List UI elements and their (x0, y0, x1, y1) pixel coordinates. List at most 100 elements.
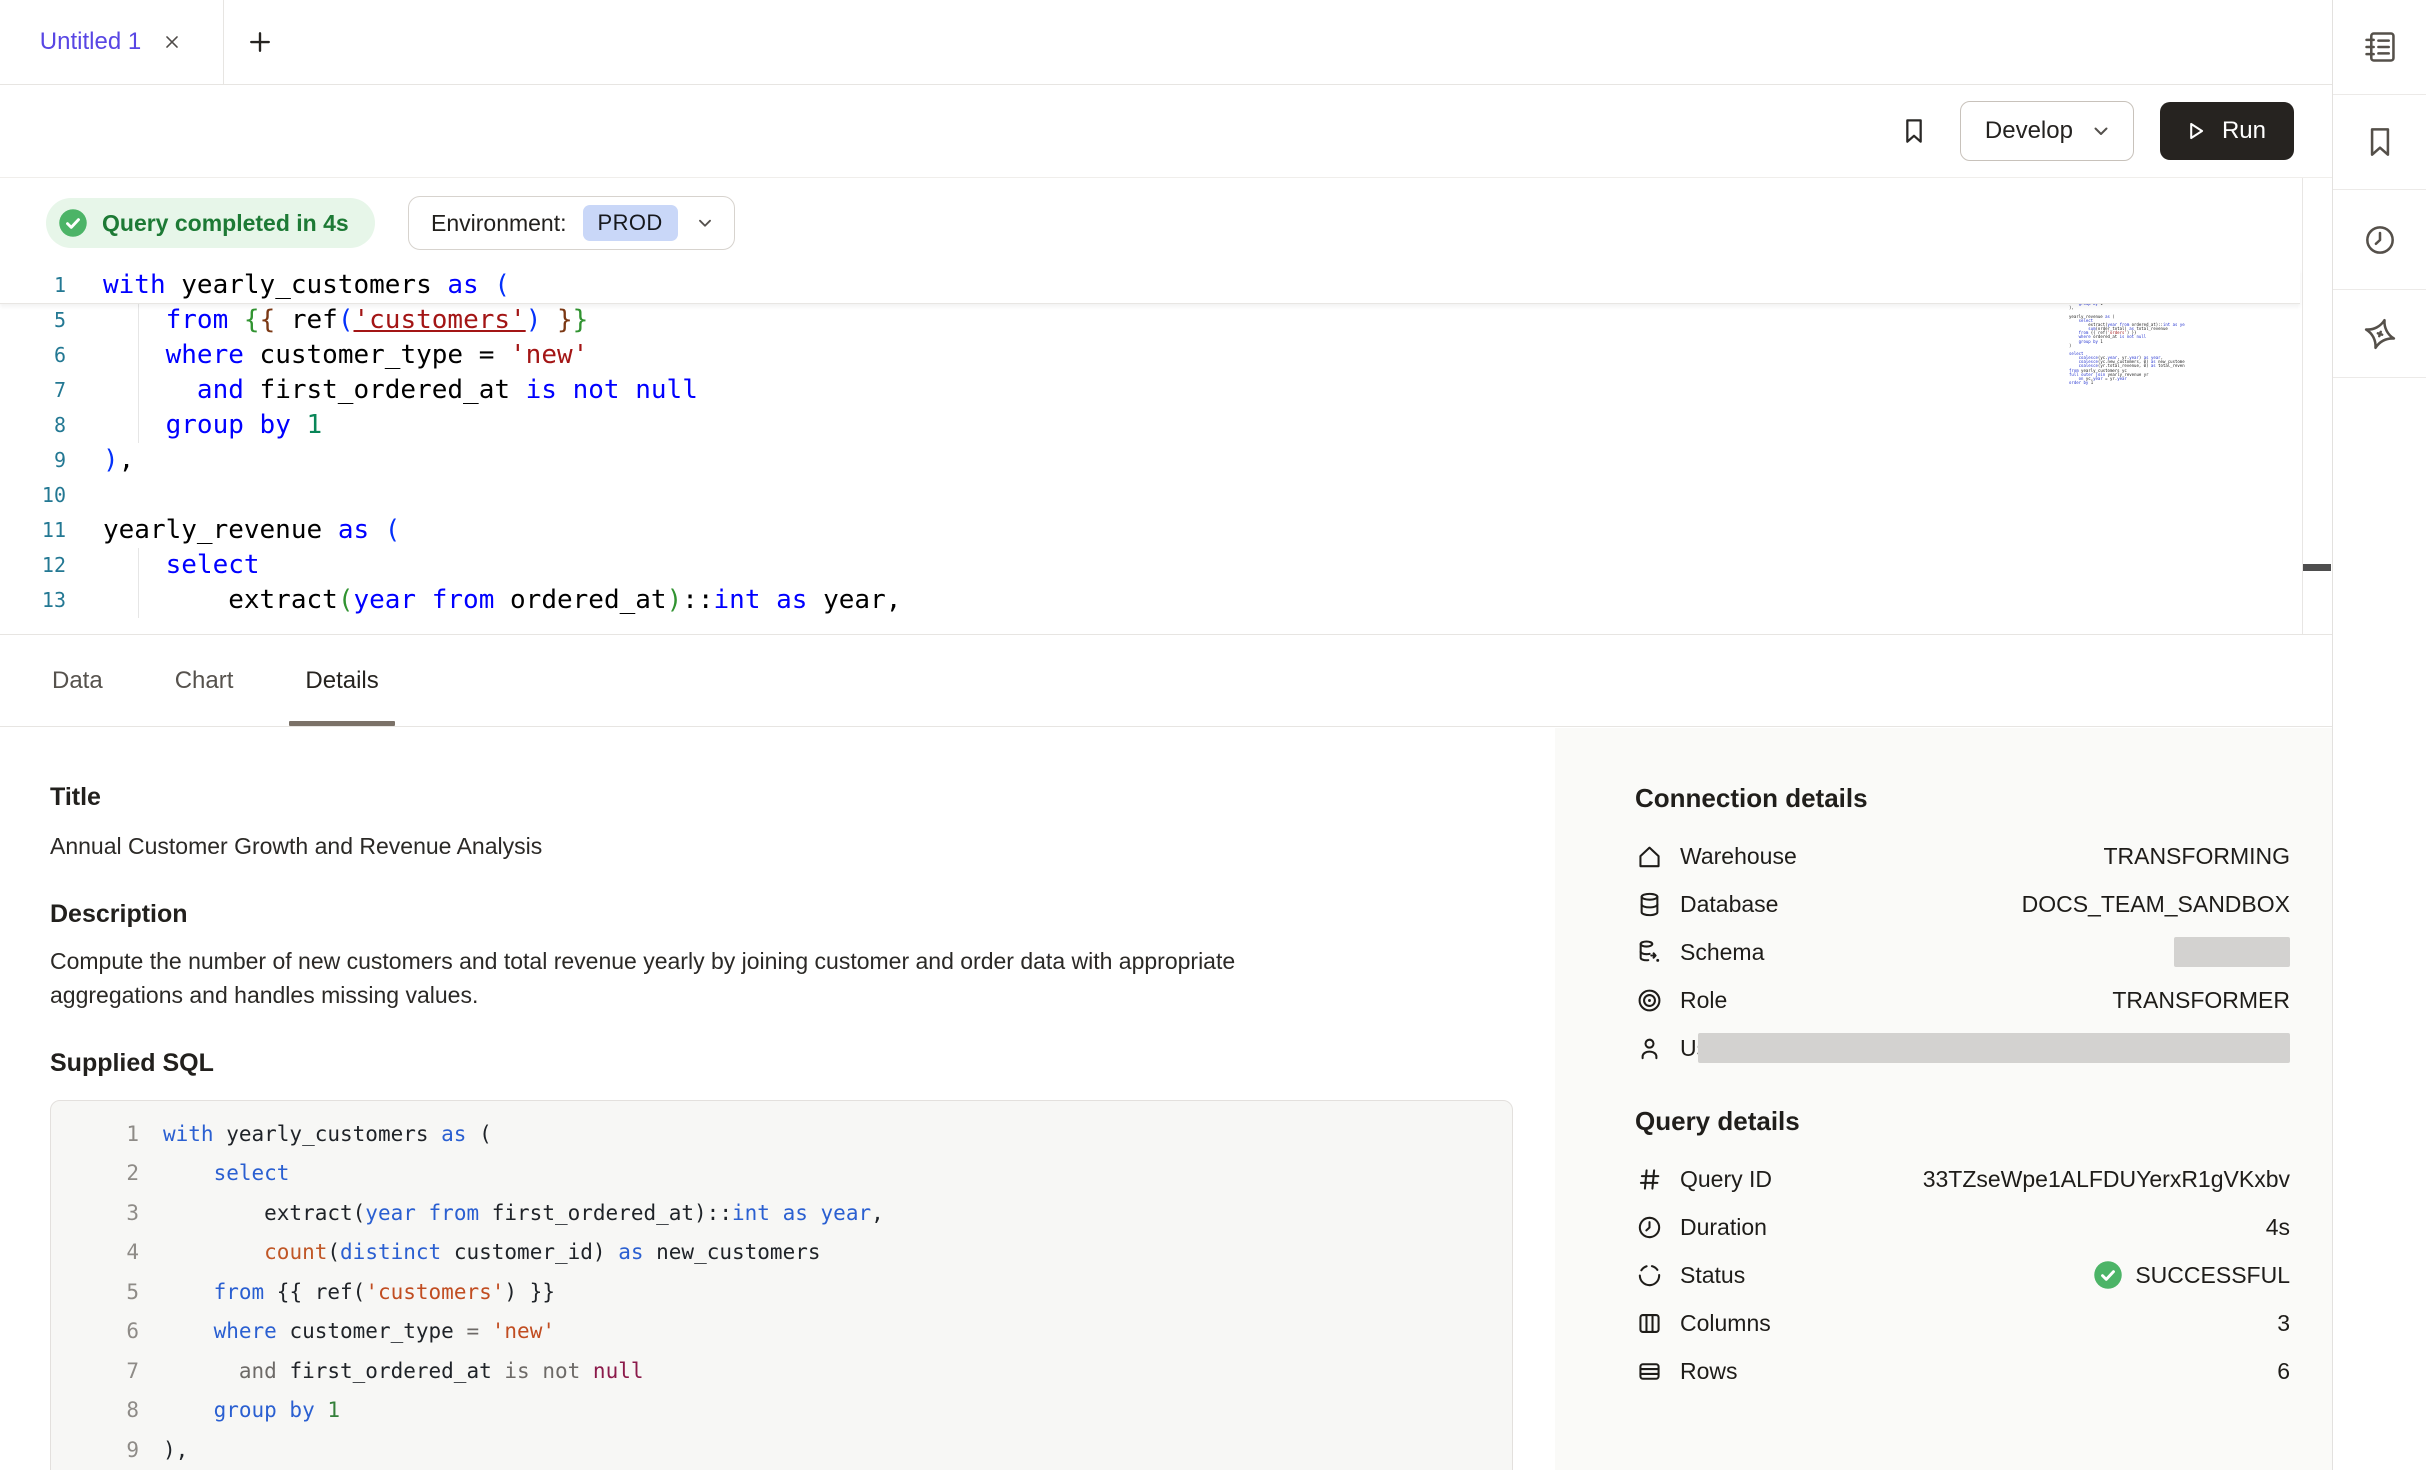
detail-label: Warehouse (1680, 843, 1797, 870)
line-number: 8 (0, 408, 66, 443)
develop-label: Develop (1985, 117, 2073, 145)
line-number: 2 (51, 1161, 163, 1185)
line-number: 4 (51, 1240, 163, 1264)
check-circle-icon (2093, 1260, 2123, 1290)
sql-line-3: 3 extract(year from first_ordered_at)::i… (51, 1193, 1512, 1233)
environment-selector[interactable]: Environment: PROD (408, 196, 735, 250)
new-tab-button[interactable] (240, 22, 280, 62)
line-number: 13 (0, 583, 66, 618)
rail-button-history[interactable] (2333, 190, 2426, 290)
sql-line-5: 5 from {{ ref('customers') }} (51, 1272, 1512, 1312)
environment-label: Environment: (431, 210, 567, 237)
check-circle-icon (58, 208, 88, 238)
chevron-down-icon (694, 212, 716, 234)
line-number: 7 (51, 1359, 163, 1383)
detail-value: DOCS_TEAM_SANDBOX (2022, 891, 2290, 918)
tab-chart[interactable]: Chart (159, 635, 250, 726)
detail-label: Database (1680, 891, 1778, 918)
editor-line-13: 13 extract(year from ordered_at)::int as… (0, 583, 2300, 618)
sql-line-9: 9), (51, 1430, 1512, 1470)
database-icon (1635, 890, 1664, 919)
detail-label: Schema (1680, 939, 1764, 966)
line-number: 7 (0, 373, 66, 408)
sql-line-1: 1with yearly_customers as ( (51, 1114, 1512, 1154)
tab-details[interactable]: Details (289, 635, 394, 726)
sql-line-4: 4 count(distinct customer_id) as new_cus… (51, 1233, 1512, 1273)
detail-label: Rows (1680, 1358, 1738, 1385)
editor-line-1: 1with yearly_customers as ( (0, 268, 2300, 304)
plus-icon (245, 27, 275, 57)
redacted-value (2174, 937, 2290, 967)
play-icon (2182, 118, 2208, 144)
line-number: 1 (51, 1122, 163, 1146)
editor-scrollbar-handle[interactable] (2303, 564, 2331, 571)
detail-label: Columns (1680, 1310, 1771, 1337)
details-right-column: Connection details Warehouse TRANSFORMING… (1555, 728, 2332, 1470)
line-number: 5 (51, 1280, 163, 1304)
line-number: 3 (51, 1201, 163, 1225)
rail-button-bookmark[interactable] (2333, 95, 2426, 190)
line-number: 8 (51, 1398, 163, 1422)
close-icon[interactable] (161, 31, 183, 53)
line-number: 12 (0, 548, 66, 583)
tab-bar: Untitled 1 (0, 0, 2332, 85)
description-value: Compute the number of new customers and … (50, 944, 1515, 1012)
active-tab-underline (289, 721, 394, 726)
sql-line-6: 6 where customer_type = 'new' (51, 1312, 1512, 1352)
details-left-column: Title Annual Customer Growth and Revenue… (50, 782, 1515, 1470)
line-number: 6 (51, 1319, 163, 1343)
result-tabs: Data Chart Details (0, 634, 2332, 727)
query-details-rows: Query ID33TZseWpe1ALFDUYerxR1gVKxbv Durat… (1635, 1155, 2290, 1395)
line-number: 1 (0, 268, 66, 303)
tab-details-label: Details (305, 667, 378, 695)
detail-label: Duration (1680, 1214, 1767, 1241)
editor-line-12: 12 select (0, 548, 2300, 583)
detail-row-warehouse: Warehouse TRANSFORMING (1635, 832, 2290, 880)
rail-button-notebook[interactable] (2333, 0, 2426, 95)
develop-dropdown[interactable]: Develop (1960, 101, 2134, 161)
line-number: 5 (0, 303, 66, 338)
query-id-icon (1635, 1165, 1664, 1194)
detail-row-user: User (1635, 1024, 2290, 1072)
query-status-text: Query completed in 4s (102, 210, 349, 237)
title-value: Annual Customer Growth and Revenue Analy… (50, 829, 1515, 863)
detail-row-rows: Rows 6 (1635, 1347, 2290, 1395)
detail-value: TRANSFORMER (2112, 987, 2290, 1014)
chevron-down-icon (2089, 119, 2113, 143)
run-button[interactable]: Run (2160, 102, 2294, 160)
editor-line-9: 9), (0, 443, 2300, 478)
detail-row-role: RoleTRANSFORMER (1635, 976, 2290, 1024)
editor-line-7: 7 and first_ordered_at is not null (0, 373, 2300, 408)
tab-data-label: Data (52, 667, 103, 695)
connection-details-heading: Connection details (1635, 783, 2290, 814)
columns-icon (1635, 1309, 1664, 1338)
warehouse-icon (1635, 842, 1664, 871)
file-tab-label: Untitled 1 (40, 28, 141, 56)
sql-line-2: 2 select (51, 1154, 1512, 1194)
tab-data[interactable]: Data (36, 635, 119, 726)
query-details-heading: Query details (1635, 1106, 2290, 1137)
detail-row-columns: Columns 3 (1635, 1299, 2290, 1347)
environment-value-badge: PROD (583, 205, 678, 241)
duration-icon (1635, 1213, 1664, 1242)
title-heading: Title (50, 782, 1515, 812)
schema-icon (1635, 938, 1664, 967)
detail-value: 3 (2277, 1310, 2290, 1337)
detail-row-query-id: Query ID33TZseWpe1ALFDUYerxR1gVKxbv (1635, 1155, 2290, 1203)
copilot-icon (2361, 315, 2399, 353)
line-number: 10 (0, 478, 66, 513)
rail-button-copilot[interactable] (2333, 290, 2426, 378)
editor-line-5: 5 from {{ ref('customers') }} (0, 303, 2300, 338)
role-icon (1635, 986, 1664, 1015)
file-tab-untitled-1[interactable]: Untitled 1 (0, 0, 224, 84)
detail-row-status: StatusSUCCESSFUL (1635, 1251, 2290, 1299)
line-number: 9 (0, 443, 66, 478)
bookmark-icon[interactable] (1898, 115, 1930, 147)
detail-label: Status (1680, 1262, 1745, 1289)
detail-label: Query ID (1680, 1166, 1772, 1193)
detail-value: TRANSFORMING (2103, 843, 2290, 870)
redacted-value (1698, 1033, 2290, 1063)
sql-editor[interactable]: Query completed in 4s Environment: PROD … (0, 178, 2332, 634)
detail-value: 6 (2277, 1358, 2290, 1385)
sql-line-7: 7 and first_ordered_at is not null (51, 1351, 1512, 1391)
